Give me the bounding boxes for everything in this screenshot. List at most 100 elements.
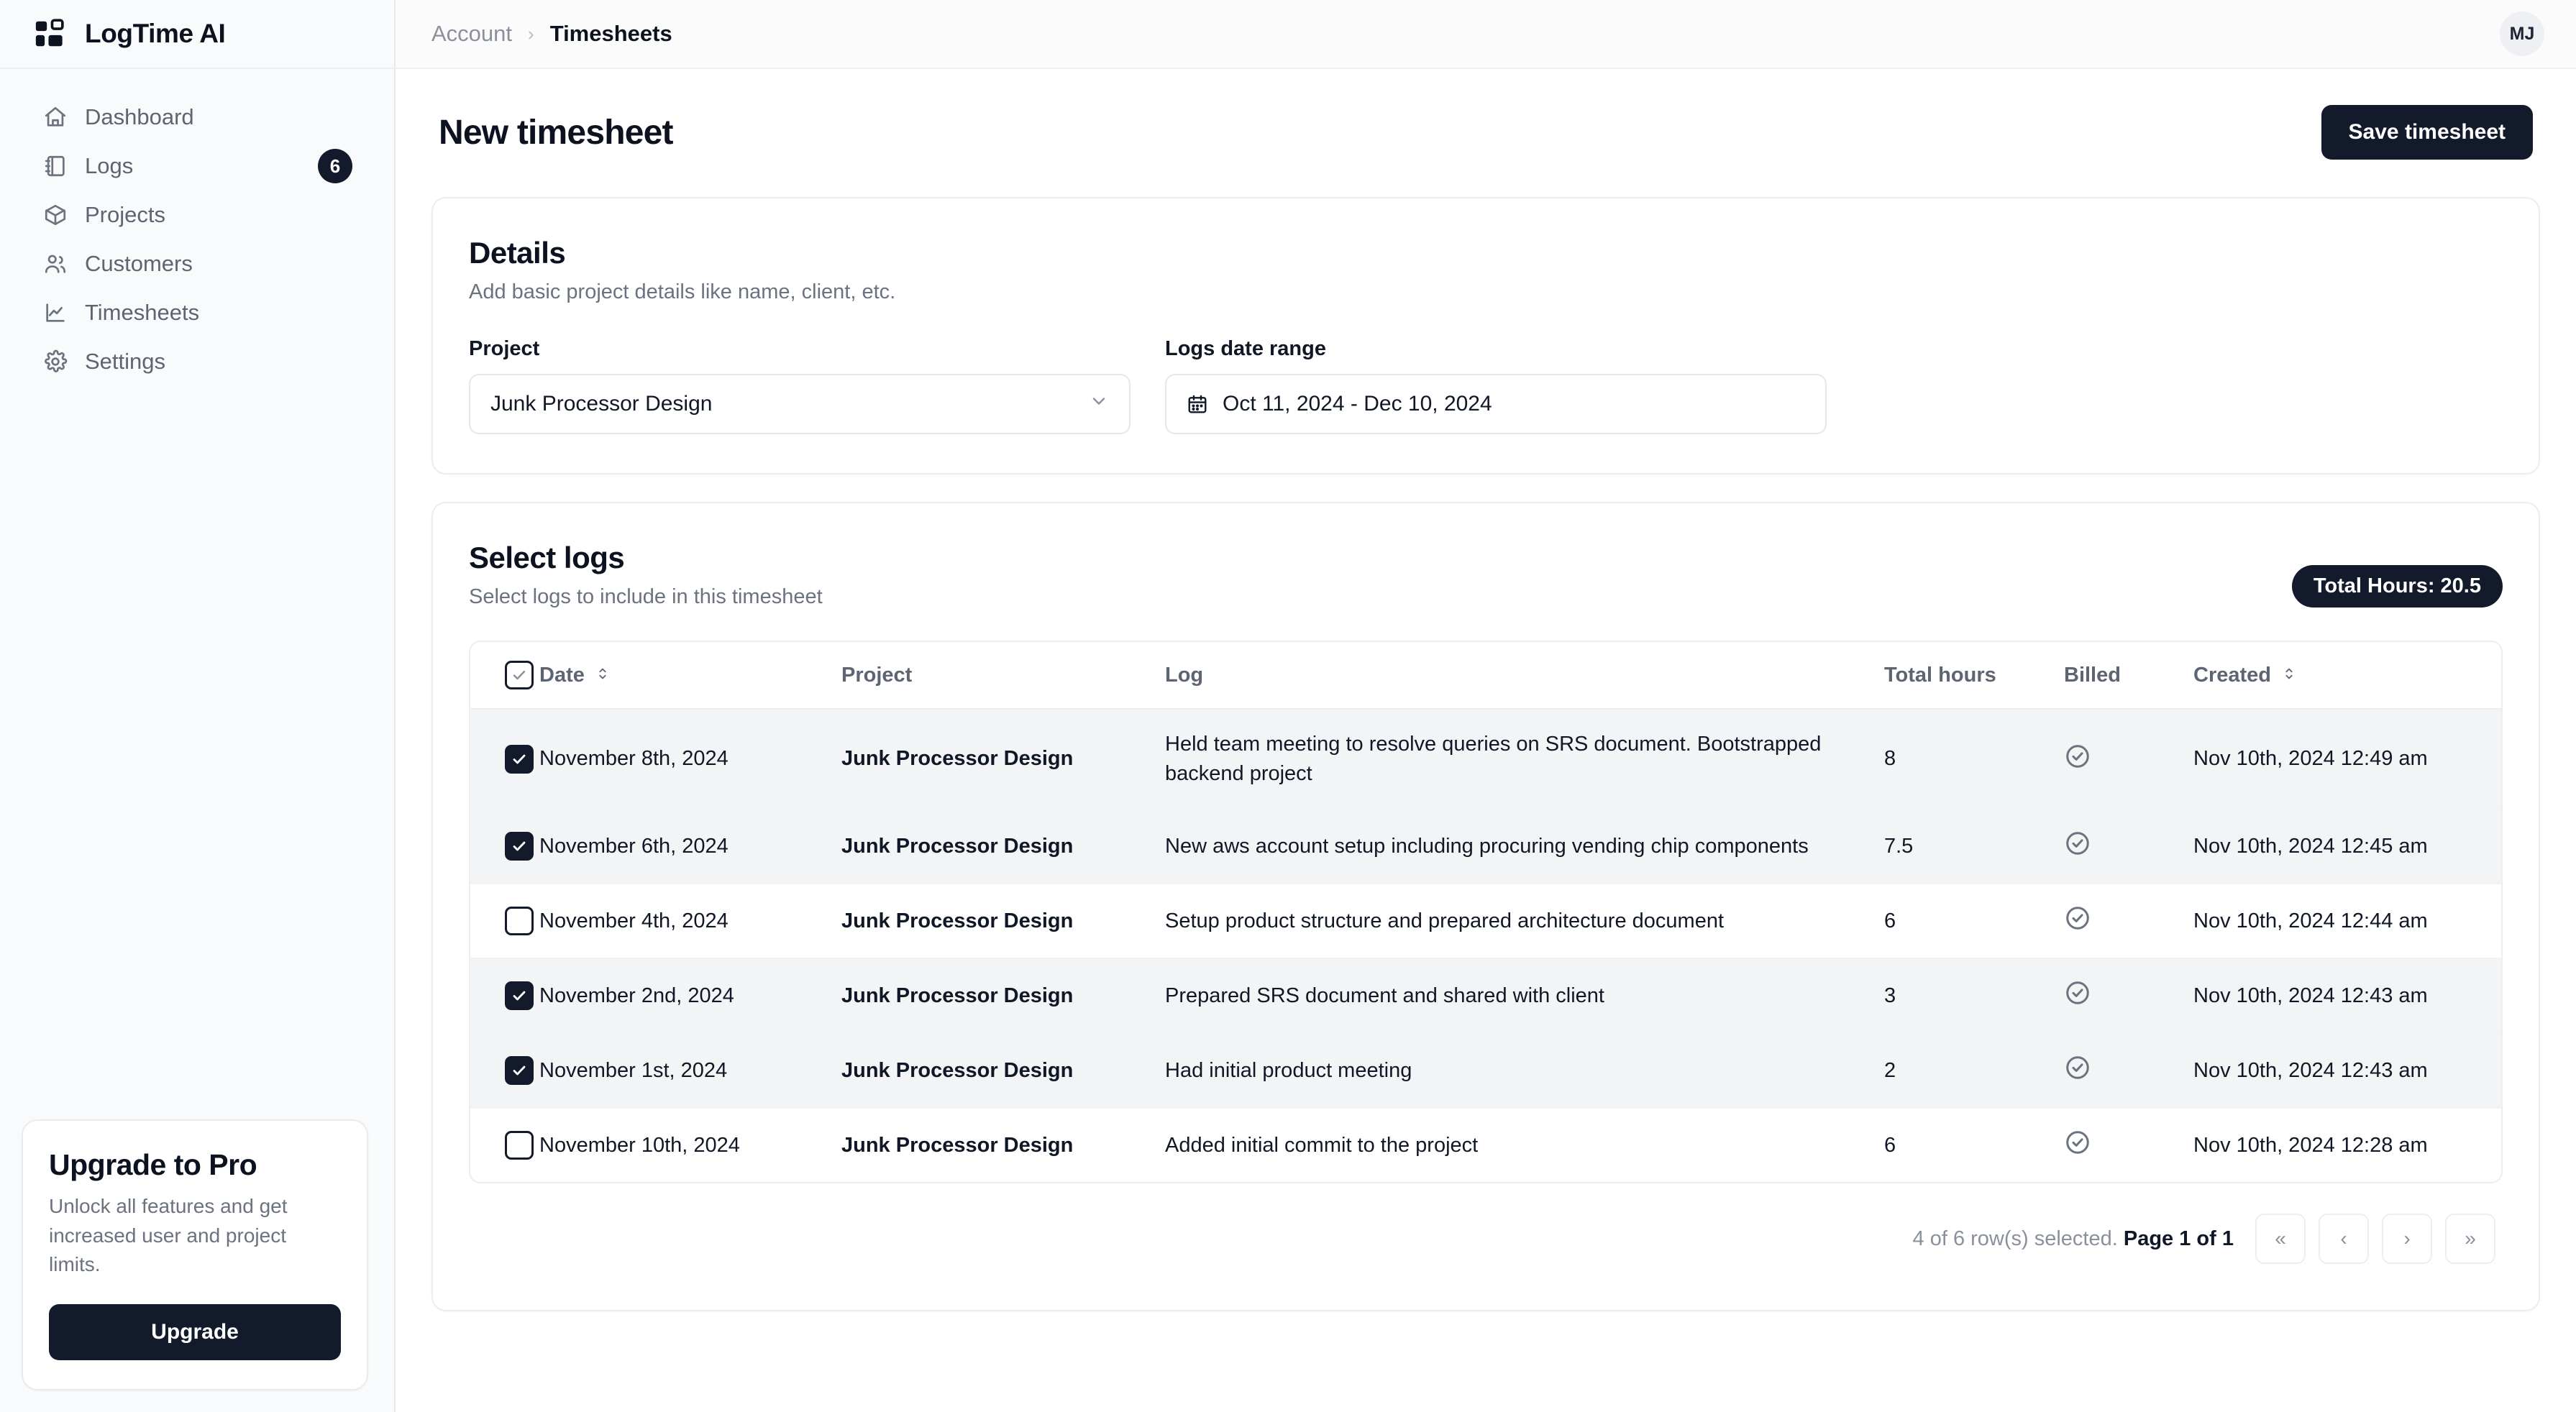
row-select-cell [470, 1033, 539, 1108]
col-header-date-label: Date [539, 664, 585, 687]
sidebar-item-projects[interactable]: Projects [24, 193, 370, 237]
upgrade-card: Upgrade to Pro Unlock all features and g… [22, 1119, 368, 1390]
cell-date: November 8th, 2024 [539, 709, 841, 809]
row-checkbox[interactable] [505, 832, 534, 861]
row-select-cell [470, 809, 539, 884]
breadcrumb: Account › Timesheets [431, 21, 672, 47]
sidebar-item-timesheets[interactable]: Timesheets [24, 290, 370, 335]
cell-total-hours: 6 [1884, 1108, 2064, 1182]
cell-total-hours: 6 [1884, 884, 2064, 958]
page-title: New timesheet [439, 113, 673, 152]
package-icon [42, 201, 69, 229]
logs-table: Date Project [470, 642, 2503, 1182]
row-select-cell [470, 709, 539, 809]
selection-count-text: 4 of 6 row(s) selected. [1913, 1227, 2118, 1250]
sidebar-item-logs[interactable]: Logs 6 [24, 144, 370, 188]
users-icon [42, 250, 69, 278]
row-checkbox[interactable] [505, 745, 534, 774]
sidebar-item-dashboard[interactable]: Dashboard [24, 95, 370, 139]
brand[interactable]: LogTime AI [0, 0, 394, 69]
col-header-date[interactable]: Date [539, 642, 841, 709]
breadcrumb-current: Timesheets [550, 21, 672, 47]
sidebar-nav: Dashboard Logs 6 Projects [0, 69, 394, 384]
next-page-button[interactable]: › [2382, 1214, 2432, 1264]
select-logs-heading-group: Select logs Select logs to include in th… [469, 541, 823, 609]
upgrade-description: Unlock all features and get increased us… [49, 1192, 341, 1280]
cell-created: Nov 10th, 2024 12:43 am [2193, 958, 2503, 1033]
col-header-billed-label: Billed [2064, 664, 2121, 687]
cell-project: Junk Processor Design [841, 809, 1165, 884]
topbar: Account › Timesheets MJ [396, 0, 2576, 69]
col-header-created-label: Created [2193, 664, 2271, 687]
cell-billed [2064, 709, 2193, 809]
sidebar-item-label: Dashboard [85, 104, 352, 130]
row-select-cell [470, 884, 539, 958]
line-chart-icon [42, 299, 69, 326]
total-hours-badge: Total Hours: 20.5 [2292, 565, 2503, 608]
gear-icon [42, 348, 69, 375]
last-page-button[interactable]: » [2445, 1214, 2495, 1264]
col-header-created[interactable]: Created [2193, 642, 2503, 709]
cell-project: Junk Processor Design [841, 1108, 1165, 1182]
cell-billed [2064, 809, 2193, 884]
table-row[interactable]: November 4th, 2024Junk Processor DesignS… [470, 884, 2503, 958]
details-form-row: Project Junk Processor Design Logs date … [469, 337, 2503, 434]
circle-check-icon [2064, 839, 2091, 862]
project-label: Project [469, 337, 1131, 361]
save-timesheet-button[interactable]: Save timesheet [2321, 105, 2533, 160]
cell-log: New aws account setup including procurin… [1165, 809, 1884, 884]
breadcrumb-account[interactable]: Account [431, 21, 512, 47]
date-range-label: Logs date range [1165, 337, 1827, 361]
avatar[interactable]: MJ [2500, 12, 2544, 56]
app-root: LogTime AI Dashboard Logs [0, 0, 2576, 1412]
date-range-picker[interactable]: Oct 11, 2024 - Dec 10, 2024 [1165, 374, 1827, 434]
date-range-field: Logs date range Oct 11, 2024 - Dec 10, 2… [1165, 337, 1827, 434]
cell-billed [2064, 1108, 2193, 1182]
cell-project: Junk Processor Design [841, 1033, 1165, 1108]
table-row[interactable]: November 1st, 2024Junk Processor DesignH… [470, 1033, 2503, 1108]
table-row[interactable]: November 2nd, 2024Junk Processor DesignP… [470, 958, 2503, 1033]
project-select[interactable]: Junk Processor Design [469, 374, 1131, 434]
table-row[interactable]: November 10th, 2024Junk Processor Design… [470, 1108, 2503, 1182]
cell-total-hours: 8 [1884, 709, 2064, 809]
col-header-billed: Billed [2064, 642, 2193, 709]
cell-created: Nov 10th, 2024 12:45 am [2193, 809, 2503, 884]
row-select-cell [470, 958, 539, 1033]
row-checkbox[interactable] [505, 907, 534, 935]
cell-project: Junk Processor Design [841, 884, 1165, 958]
brand-name: LogTime AI [85, 19, 225, 49]
table-row[interactable]: November 8th, 2024Junk Processor DesignH… [470, 709, 2503, 809]
col-header-total-hours: Total hours [1884, 642, 2064, 709]
first-page-button[interactable]: « [2255, 1214, 2306, 1264]
project-select-value: Junk Processor Design [490, 392, 1089, 416]
date-range-value: Oct 11, 2024 - Dec 10, 2024 [1223, 392, 1805, 416]
row-checkbox[interactable] [505, 981, 534, 1010]
cell-log: Held team meeting to resolve queries on … [1165, 709, 1884, 809]
table-row[interactable]: November 6th, 2024Junk Processor DesignN… [470, 809, 2503, 884]
row-checkbox[interactable] [505, 1131, 534, 1160]
sort-updown-icon [595, 664, 611, 687]
pagination-controls: « ‹ › » [2255, 1214, 2495, 1264]
page-header: New timesheet Save timesheet [431, 69, 2540, 197]
circle-check-icon [2064, 1138, 2091, 1161]
upgrade-button[interactable]: Upgrade [49, 1304, 341, 1360]
created-sort-control[interactable]: Created [2193, 664, 2297, 687]
sidebar-item-settings[interactable]: Settings [24, 339, 370, 384]
cell-project: Junk Processor Design [841, 958, 1165, 1033]
col-header-project: Project [841, 642, 1165, 709]
cell-billed [2064, 958, 2193, 1033]
cell-log: Prepared SRS document and shared with cl… [1165, 958, 1884, 1033]
circle-check-icon [2064, 989, 2091, 1012]
cell-log: Added initial commit to the project [1165, 1108, 1884, 1182]
cell-date: November 1st, 2024 [539, 1033, 841, 1108]
chevron-right-icon: › [528, 23, 534, 45]
date-sort-control[interactable]: Date [539, 664, 611, 687]
select-all-checkbox[interactable] [505, 661, 534, 689]
cell-log: Had initial product meeting [1165, 1033, 1884, 1108]
select-logs-card: Select logs Select logs to include in th… [431, 502, 2540, 1311]
row-checkbox[interactable] [505, 1056, 534, 1085]
cell-created: Nov 10th, 2024 12:44 am [2193, 884, 2503, 958]
details-subtitle: Add basic project details like name, cli… [469, 280, 2503, 304]
prev-page-button[interactable]: ‹ [2319, 1214, 2369, 1264]
sidebar-item-customers[interactable]: Customers [24, 242, 370, 286]
